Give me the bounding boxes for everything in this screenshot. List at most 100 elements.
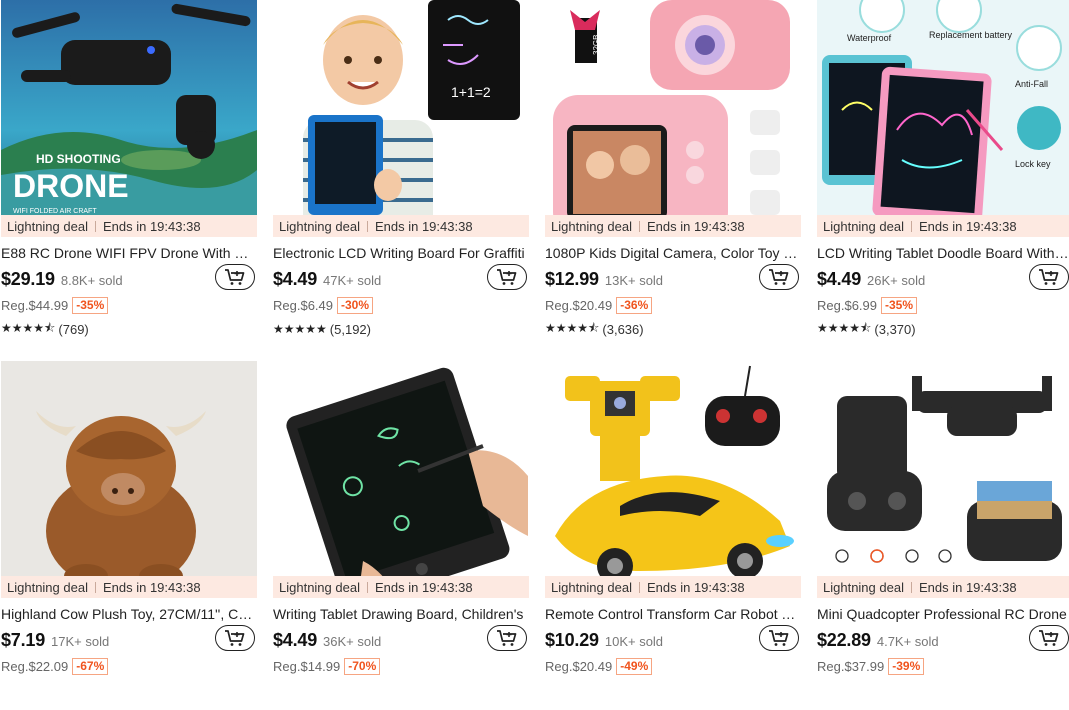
price-row: $4.49 47K+ sold <box>273 264 529 294</box>
deal-timer: Ends in 19:43:38 <box>374 218 473 234</box>
product-card[interactable]: Lightning deal Ends in 19:43:38 Writing … <box>273 361 529 710</box>
regular-price: Reg.$44.99 <box>1 297 69 313</box>
product-image-transform-car[interactable]: Lightning deal Ends in 19:43:38 <box>545 361 801 598</box>
add-to-cart-button[interactable] <box>1029 264 1069 290</box>
drone-image-caption-2: DRONE <box>13 168 129 204</box>
product-card[interactable]: 1+1=2 Lightning deal Ends in 19:43:38 El… <box>273 0 529 349</box>
price-row: $4.49 26K+ sold <box>817 264 1069 294</box>
product-card[interactable]: HD SHOOTING DRONE WIFI FOLDED AIR CRAFT … <box>1 0 257 349</box>
product-image-drone[interactable]: HD SHOOTING DRONE WIFI FOLDED AIR CRAFT … <box>1 0 257 237</box>
product-image-highland-cow[interactable]: Lightning deal Ends in 19:43:38 <box>1 361 257 598</box>
product-card[interactable]: Waterproof Replacement battery Anti-Fall… <box>817 0 1069 349</box>
star-rating-icon: ★★★★⯪ <box>1 320 56 335</box>
add-to-cart-button[interactable] <box>487 625 527 651</box>
cart-plus-icon <box>769 269 789 285</box>
rating-row[interactable]: ★★★★★ (5,192) <box>273 319 529 339</box>
product-title[interactable]: 1080P Kids Digital Camera, Color Toy Cam… <box>545 244 801 262</box>
review-count: (5,192) <box>329 321 371 337</box>
price-row: $29.19 8.8K+ sold <box>1 264 257 294</box>
deal-label: Lightning deal <box>823 218 904 234</box>
rating-row[interactable]: ★★★★⯪ (3,636) <box>545 319 801 339</box>
cart-plus-icon <box>1039 630 1059 646</box>
regular-price-row: Reg.$20.49 -49% <box>545 656 801 676</box>
product-image-mini-quadcopter[interactable]: 360 Lightning deal Ends in 19:43:38 <box>817 361 1069 598</box>
product-image-writing-tablet[interactable]: Lightning deal Ends in 19:43:38 <box>273 361 529 598</box>
star-rating-icon: ★★★★⯪ <box>817 320 872 335</box>
product-title[interactable]: Writing Tablet Drawing Board, Children's <box>273 605 529 623</box>
deal-label: Lightning deal <box>551 579 632 595</box>
deal-timer: Ends in 19:43:38 <box>646 218 745 234</box>
sold-count: 4.7K+ sold <box>876 633 939 649</box>
product-card[interactable]: Lightning deal Ends in 19:43:38 Highland… <box>1 361 257 710</box>
regular-price-row: Reg.$37.99 -39% <box>817 656 1069 676</box>
product-title[interactable]: Mini Quadcopter Professional RC Drone <box>817 605 1069 623</box>
product-image-lcd-tablet[interactable]: Waterproof Replacement battery Anti-Fall… <box>817 0 1069 237</box>
product-grid: HD SHOOTING DRONE WIFI FOLDED AIR CRAFT … <box>0 0 1069 709</box>
regular-price: Reg.$22.09 <box>1 658 69 674</box>
deal-timer: Ends in 19:43:38 <box>918 218 1017 234</box>
lightning-deal-bar: Lightning deal Ends in 19:43:38 <box>1 215 257 237</box>
memory-card-label: 32GB <box>592 35 601 55</box>
deal-label: Lightning deal <box>279 579 360 595</box>
cart-plus-icon <box>1039 269 1059 285</box>
deal-label: Lightning deal <box>551 218 632 234</box>
product-card[interactable]: Lightning deal Ends in 19:43:38 Remote C… <box>545 361 801 710</box>
sale-price: $7.19 <box>1 629 46 650</box>
sale-price: $12.99 <box>545 268 599 289</box>
board-equation-text: 1+1=2 <box>451 84 491 100</box>
review-count: (769) <box>58 321 89 337</box>
product-title[interactable]: E88 RC Drone WIFI FPV Drone With HD Came… <box>1 244 257 262</box>
cart-plus-icon <box>769 630 789 646</box>
product-title[interactable]: Highland Cow Plush Toy, 27CM/11'', Cute <box>1 605 257 623</box>
regular-price-row: Reg.$22.09 -67% <box>1 656 257 676</box>
deal-timer: Ends in 19:43:38 <box>102 218 201 234</box>
rating-row[interactable]: ★★★★⯪ (3,370) <box>817 319 1069 339</box>
add-to-cart-button[interactable] <box>759 625 799 651</box>
price-row: $10.29 10K+ sold <box>545 625 801 655</box>
cart-plus-icon <box>225 269 245 285</box>
deal-label: Lightning deal <box>823 579 904 595</box>
deal-label: Lightning deal <box>7 218 88 234</box>
add-to-cart-button[interactable] <box>487 264 527 290</box>
discount-badge: -35% <box>881 296 918 314</box>
deal-separator <box>638 581 640 593</box>
add-to-cart-button[interactable] <box>215 264 255 290</box>
product-title[interactable]: Remote Control Transform Car Robot Toy <box>545 605 801 623</box>
regular-price: Reg.$6.49 <box>273 297 333 313</box>
product-image-kids-camera[interactable]: 32GB Lightning deal Ends in 19:43:38 <box>545 0 801 237</box>
product-card[interactable]: 360 Lightning deal Ends in 19:43:38 Mini… <box>817 361 1069 710</box>
product-title[interactable]: Electronic LCD Writing Board For Graffit… <box>273 244 529 262</box>
regular-price-row: Reg.$20.49 -36% <box>545 295 801 315</box>
feature-label-waterproof: Waterproof <box>847 33 892 43</box>
regular-price: Reg.$14.99 <box>273 658 341 674</box>
star-rating-icon: ★★★★★ <box>273 322 327 336</box>
star-rating-icon: ★★★★⯪ <box>545 320 600 335</box>
regular-price-row: Reg.$44.99 -35% <box>1 295 257 315</box>
review-count: (3,370) <box>874 321 916 337</box>
regular-price: Reg.$6.99 <box>817 297 877 313</box>
cart-plus-icon <box>497 630 517 646</box>
sale-price: $4.49 <box>817 268 862 289</box>
lightning-deal-bar: Lightning deal Ends in 19:43:38 <box>817 215 1069 237</box>
product-card[interactable]: 32GB Lightning deal Ends in 19:43:38 108… <box>545 0 801 349</box>
lightning-deal-bar: Lightning deal Ends in 19:43:38 <box>545 215 801 237</box>
product-image-lcd-board-kid[interactable]: 1+1=2 Lightning deal Ends in 19:43:38 <box>273 0 529 237</box>
sale-price: $4.49 <box>273 629 318 650</box>
product-title[interactable]: LCD Writing Tablet Doodle Board With Pen <box>817 244 1069 262</box>
feature-label-lockkey: Lock key <box>1015 159 1051 169</box>
discount-badge: -36% <box>616 296 653 314</box>
price-row: $4.49 36K+ sold <box>273 625 529 655</box>
regular-price-row: Reg.$6.49 -30% <box>273 295 529 315</box>
add-to-cart-button[interactable] <box>1029 625 1069 651</box>
rating-row[interactable]: ★★★★⯪ (769) <box>1 319 257 339</box>
regular-price: Reg.$20.49 <box>545 297 613 313</box>
deal-timer: Ends in 19:43:38 <box>374 579 473 595</box>
lightning-deal-bar: Lightning deal Ends in 19:43:38 <box>1 576 257 598</box>
discount-badge: -67% <box>72 657 109 675</box>
sold-count: 36K+ sold <box>323 633 382 649</box>
sale-price: $29.19 <box>1 268 55 289</box>
deal-separator <box>910 220 912 232</box>
deal-label: Lightning deal <box>7 579 88 595</box>
add-to-cart-button[interactable] <box>215 625 255 651</box>
add-to-cart-button[interactable] <box>759 264 799 290</box>
